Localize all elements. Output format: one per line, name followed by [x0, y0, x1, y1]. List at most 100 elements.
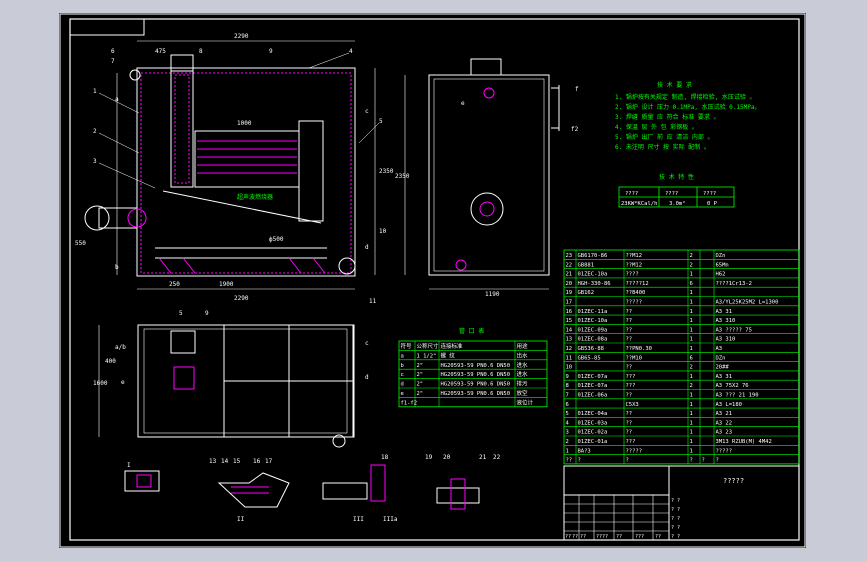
- front-view: [84, 40, 380, 290]
- detail-item-16: 16: [253, 458, 261, 465]
- nozzle-table-cell: HG20593-59 PN0.6 DN50: [441, 363, 511, 369]
- drawing-no-box: [69, 18, 145, 36]
- parts-list-cell: 1: [690, 290, 693, 296]
- parts-list-cell: 01ZEC-07a: [578, 374, 608, 380]
- parts-list-cell: ?: [716, 458, 719, 464]
- nozzle-c: c: [365, 108, 369, 115]
- item-10: 10: [379, 228, 387, 235]
- nozzle-table-cell: HG20593-59 PN0.6 DN50: [441, 372, 511, 378]
- plan-view: [98, 324, 355, 448]
- parts-list-cell: 11: [566, 355, 573, 361]
- nozzle-table-cell: 2": [417, 382, 424, 388]
- detail-item-14: 14: [221, 458, 229, 465]
- spec-header-0: ????: [625, 191, 638, 197]
- parts-list-cell: ?????: [716, 448, 733, 454]
- parts-list-cell: 1: [690, 402, 693, 408]
- nozzle-table-cell: 2": [417, 363, 424, 369]
- note-line-6: 6. 未注明 尺寸 按 实际 配制 。: [615, 143, 710, 151]
- parts-list-cell: 2: [690, 365, 693, 371]
- side-nozzle-e: e: [461, 100, 465, 107]
- side-height-dim: 2350: [395, 173, 410, 180]
- parts-list-cell: 19: [566, 290, 573, 296]
- parts-list-cell: A3 21: [716, 411, 733, 417]
- parts-list-cell: ?????: [626, 300, 643, 306]
- plan-dim-1600: 1600: [93, 380, 108, 387]
- nozzle-table-cell: d: [401, 382, 404, 388]
- title-bottom-cell: ??: [565, 534, 571, 540]
- spec-header-2: ????: [703, 191, 716, 197]
- nozzle-table-cell: b: [401, 363, 404, 369]
- top-dim-a: 475: [155, 48, 166, 55]
- title-bottom-cell: ??: [655, 534, 661, 540]
- parts-list-cell: ??: [626, 393, 633, 399]
- nozzle-table-cell: c: [401, 372, 404, 378]
- parts-list-cell: ??: [626, 430, 633, 436]
- parts-list-cell: ??: [626, 411, 633, 417]
- parts-list-cell: 21: [566, 272, 573, 278]
- nozzle-table-cell: 放空: [517, 389, 529, 397]
- spec-value-1: 3.0m²: [669, 200, 686, 207]
- parts-list-cell: 6: [690, 355, 693, 361]
- parts-list-cell: 9: [566, 374, 569, 380]
- base-dim-0: 1900: [219, 281, 234, 288]
- note-line-4: 4. 保温 层 外 包 彩钢板 。: [615, 123, 698, 131]
- plan-item-5: 5: [179, 310, 183, 317]
- parts-list-cell: 3M13 RZUB(M) 4M42: [716, 439, 772, 445]
- spec-value-2: 0 P: [707, 201, 718, 207]
- detail-item-13: 13: [209, 458, 217, 465]
- nozzle-a: a: [115, 96, 119, 103]
- title-bottom-cell: ???: [635, 534, 644, 540]
- side-nozzle-f: f: [575, 86, 579, 93]
- side-view: [404, 58, 560, 290]
- parts-list-cell: 1: [690, 346, 693, 352]
- nozzle-table-cell: 2": [417, 391, 424, 397]
- title-right-cell: ? ?: [671, 516, 680, 522]
- parts-list-cell: A3 31: [716, 374, 733, 380]
- detail-item-19: 19: [425, 454, 433, 461]
- nozzle-table-cell: 2": [417, 372, 424, 378]
- title-right-cell: ? ?: [671, 525, 680, 531]
- parts-list-cell: 13: [566, 337, 573, 343]
- parts-list-cell: 2: [690, 262, 693, 268]
- nozzle-table-cell: HG20593-59 PN0.6 DN50: [441, 391, 511, 397]
- parts-list-cell: A3 310: [716, 337, 736, 343]
- detail-views: [124, 464, 480, 510]
- notes-heading: 技 术 要 求: [657, 81, 692, 89]
- parts-list-cell: A3 31: [716, 309, 733, 315]
- detail-I-label: I: [127, 462, 131, 469]
- parts-list-cell: GB881: [578, 262, 595, 268]
- parts-list-cell: H62: [716, 272, 726, 278]
- parts-list-cell: 1: [690, 337, 693, 343]
- detail-item-18: 18: [381, 454, 389, 461]
- parts-list-cell: 1: [690, 300, 693, 306]
- parts-list-cell: A3: [716, 346, 723, 352]
- parts-list-cell: A3 23: [716, 430, 733, 436]
- parts-list-cell: 01ZEC-10a: [578, 272, 608, 278]
- parts-list-cell: 8: [566, 383, 569, 389]
- parts-list-cell: 1: [690, 318, 693, 324]
- parts-list-cell: 22: [566, 262, 573, 268]
- base-dim-1: 250: [169, 281, 180, 288]
- item-8: 8: [199, 48, 203, 55]
- spec-table: 技 术 特 性 ???? ???? ???? 23KW*KCal/h 3.0m²…: [618, 173, 735, 208]
- parts-list-cell: ?: [578, 458, 581, 464]
- nozzle-b: b: [115, 264, 119, 271]
- title-block: ?????: [563, 465, 800, 541]
- parts-list-cell: 1: [690, 309, 693, 315]
- parts-list-cell: 6: [566, 402, 569, 408]
- parts-list-cell: 5: [566, 411, 569, 417]
- parts-list-cell: 2: [566, 439, 569, 445]
- nozzle-table-cell: 1 1/2": [417, 353, 437, 359]
- parts-list-cell: ??: [626, 420, 633, 426]
- parts-list-cell: 01ZEC-01a: [578, 439, 608, 445]
- parts-list-cell: ??M12: [626, 262, 643, 268]
- parts-list-cell: ?: [626, 458, 629, 464]
- item-9: 9: [269, 48, 273, 55]
- nozzle-table-cell: 出水: [517, 351, 529, 359]
- parts-list-cell: 10: [566, 365, 573, 371]
- parts-list-cell: HGH-330-86: [578, 281, 611, 287]
- parts-list-cell: 23: [566, 253, 573, 259]
- parts-list-cell: GB536-88: [578, 346, 605, 352]
- parts-list-cell: 1: [690, 374, 693, 380]
- parts-list: 23 GB6170-86 ??M12 2 DZn22 GB881 ??M12 2 65Mn21 0…: [563, 249, 800, 465]
